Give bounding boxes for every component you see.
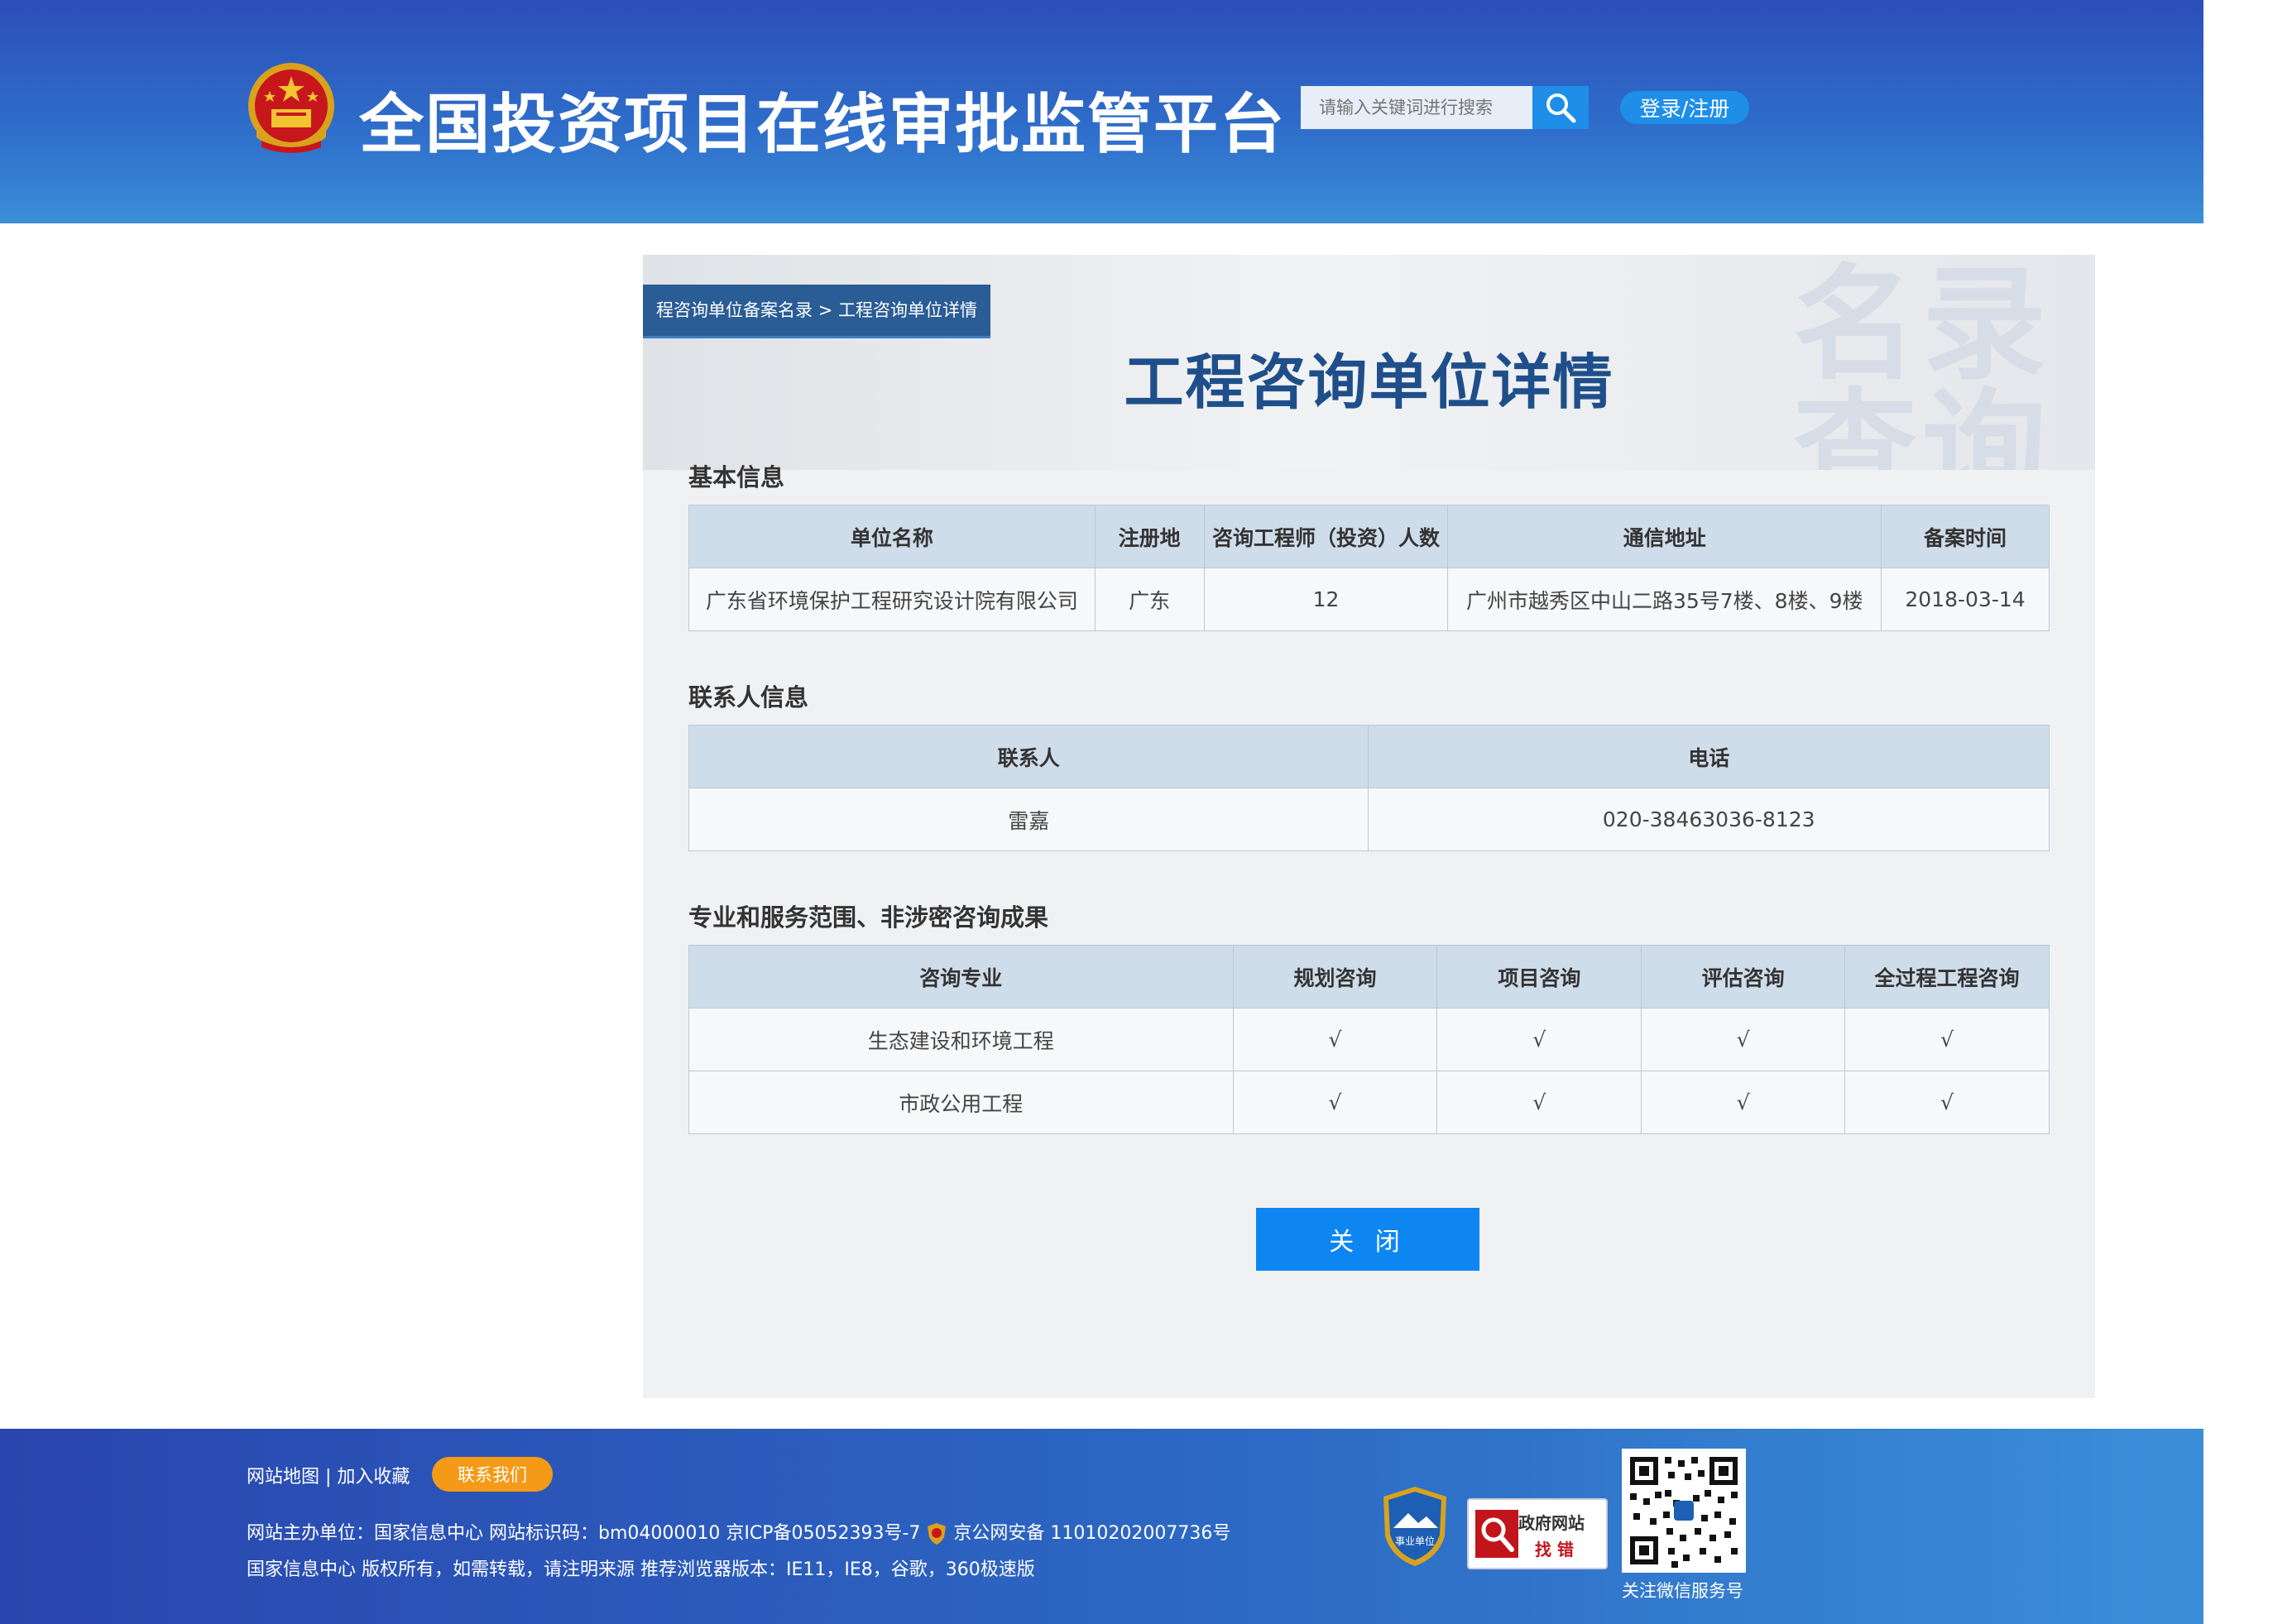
footer-line-2: 国家信息中心 版权所有，如需转载，请注明来源 推荐浏览器版本：IE11，IE8，…: [247, 1559, 1035, 1580]
engineer-count-cell: 12: [1203, 568, 1449, 631]
contact-name-cell: 雷嘉: [688, 788, 1369, 851]
table-header-cell: 联系人: [688, 725, 1369, 788]
table-header-cell: 全过程工程咨询: [1844, 945, 2050, 1008]
table-row: 市政公用工程 √ √ √ √: [688, 1071, 2050, 1134]
police-badge-icon: [928, 1523, 947, 1545]
registration-place-cell: 广东: [1094, 568, 1205, 631]
search-button[interactable]: [1532, 86, 1589, 129]
table-header-row: 咨询专业 规划咨询 项目咨询 评估咨询 全过程工程咨询: [688, 945, 2050, 1008]
table-row: 广东省环境保护工程研究设计院有限公司 广东 12 广州市越秀区中山二路35号7楼…: [688, 568, 2050, 631]
check-cell: √: [1232, 1008, 1438, 1071]
site-footer: 网站地图 | 加入收藏 联系我们 网站主办单位：国家信息中心 网站标识码：bm0…: [0, 1429, 2203, 1624]
table-header-cell: 通信地址: [1447, 505, 1882, 568]
shield-badge-text: 事业单位: [1395, 1535, 1435, 1547]
phone-cell: 020-38463036-8123: [1368, 788, 2050, 851]
table-header-cell: 项目咨询: [1436, 945, 1642, 1008]
shield-badge-icon: 事业单位: [1383, 1487, 1446, 1566]
footer-line-1: 网站主办单位：国家信息中心 网站标识码：bm04000010 京ICP备0505…: [247, 1518, 1230, 1545]
check-cell: √: [1641, 1071, 1846, 1134]
gov-badge-line2: 找 错: [1535, 1540, 1574, 1559]
table-header-cell: 备案时间: [1881, 505, 2050, 568]
check-cell: √: [1641, 1008, 1846, 1071]
breadcrumb-separator: >: [818, 300, 833, 320]
contact-info-table: 联系人 电话 雷嘉 020-38463036-8123: [688, 725, 2050, 851]
contact-us-button[interactable]: 联系我们: [432, 1457, 553, 1492]
gov-badge-line1: 政府网站: [1518, 1513, 1585, 1533]
table-header-cell: 电话: [1368, 725, 2050, 788]
check-cell: √: [1844, 1071, 2050, 1134]
site-header: 全国投资项目在线审批监管平台 登录/注册: [0, 0, 2203, 223]
table-header-cell: 规划咨询: [1232, 945, 1438, 1008]
table-row: 生态建设和环境工程 √ √ √ √: [688, 1008, 2050, 1071]
breadcrumb-current: 工程咨询单位详情: [837, 300, 977, 320]
page-title: 工程咨询单位详情: [1124, 347, 1614, 417]
footer-host-info: 网站主办单位：国家信息中心 网站标识码：bm04000010 京ICP备0505…: [247, 1523, 921, 1544]
breadcrumb-parent-link[interactable]: 程咨询单位备案名录: [656, 300, 813, 320]
banner: 名录 查询 程咨询单位备案名录 > 工程咨询单位详情 工程咨询单位详情: [643, 255, 2095, 470]
check-cell: √: [1436, 1071, 1642, 1134]
scope-title: 专业和服务范围、非涉密咨询成果: [688, 903, 1049, 932]
basic-info-title: 基本信息: [688, 463, 785, 491]
public-institution-badge[interactable]: 事业单位: [1380, 1485, 1450, 1568]
table-header-cell: 注册地: [1094, 505, 1205, 568]
site-title: 全国投资项目在线审批监管平台: [359, 88, 1287, 162]
table-row: 雷嘉 020-38463036-8123: [688, 788, 2050, 851]
basic-info-table: 单位名称 注册地 咨询工程师（投资）人数 通信地址 备案时间 广东省环境保护工程…: [688, 505, 2050, 631]
unit-name-cell: 广东省环境保护工程研究设计院有限公司: [688, 568, 1096, 631]
gov-site-error-report-badge[interactable]: 政府网站 找 错: [1467, 1498, 1608, 1569]
table-header-cell: 评估咨询: [1641, 945, 1846, 1008]
qr-code-icon: [1622, 1449, 1746, 1573]
table-header-cell: 单位名称: [688, 505, 1096, 568]
check-cell: √: [1436, 1008, 1642, 1071]
filing-date-cell: 2018-03-14: [1881, 568, 2050, 631]
address-cell: 广州市越秀区中山二路35号7楼、8楼、9楼: [1447, 568, 1882, 631]
search-input[interactable]: [1301, 86, 1532, 129]
check-cell: √: [1844, 1008, 2050, 1071]
check-cell: √: [1232, 1071, 1438, 1134]
table-header-cell: 咨询专业: [688, 945, 1234, 1008]
search-icon: [1546, 93, 1576, 123]
breadcrumb: 程咨询单位备案名录 > 工程咨询单位详情: [643, 285, 990, 338]
scope-table: 咨询专业 规划咨询 项目咨询 评估咨询 全过程工程咨询 生态建设和环境工程 √ …: [688, 945, 2050, 1134]
footer-links[interactable]: 网站地图 | 加入收藏: [247, 1462, 410, 1488]
login-register-button[interactable]: 登录/注册: [1620, 91, 1749, 124]
close-button[interactable]: 关 闭: [1256, 1208, 1479, 1271]
qr-label: 关注微信服务号: [1622, 1581, 1743, 1601]
contact-info-title: 联系人信息: [688, 683, 809, 711]
national-emblem-icon: [248, 63, 334, 153]
magnifier-icon: [1475, 1510, 1518, 1558]
detail-panel: 名录 查询 程咨询单位备案名录 > 工程咨询单位详情 工程咨询单位详情 基本信息…: [643, 255, 2095, 1398]
footer-police-record[interactable]: 京公网安备 11010202007736号: [953, 1523, 1230, 1544]
specialty-cell: 生态建设和环境工程: [688, 1008, 1234, 1071]
wechat-qr-code: [1622, 1449, 1746, 1573]
table-header-row: 联系人 电话: [688, 725, 2050, 788]
table-header-cell: 咨询工程师（投资）人数: [1203, 505, 1449, 568]
table-header-row: 单位名称 注册地 咨询工程师（投资）人数 通信地址 备案时间: [688, 505, 2050, 568]
specialty-cell: 市政公用工程: [688, 1071, 1234, 1134]
